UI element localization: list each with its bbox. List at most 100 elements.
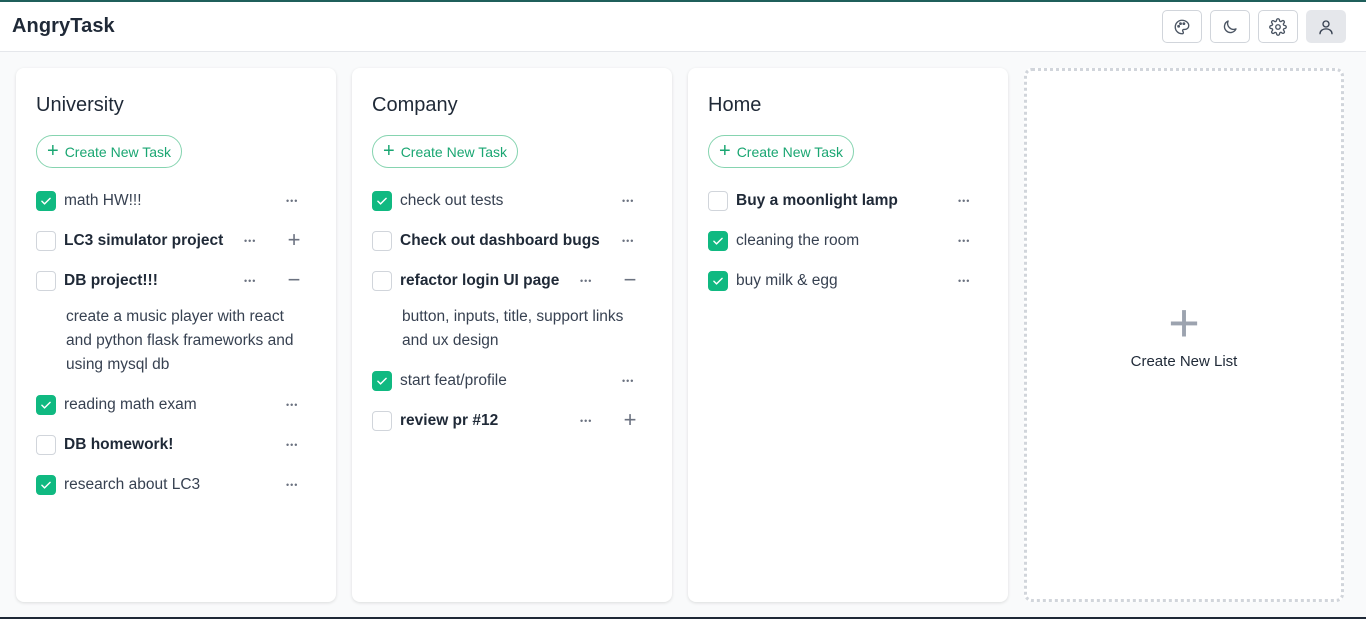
- more-options-icon[interactable]: •••: [622, 376, 634, 386]
- more-options-icon[interactable]: •••: [580, 276, 592, 286]
- task-item: reading math exam •••: [36, 385, 316, 425]
- task-item: research about LC3 •••: [36, 465, 316, 505]
- task-checkbox[interactable]: [36, 191, 56, 211]
- task-items: Buy a moonlight lamp ••• cleaning the room…: [708, 181, 988, 301]
- create-new-list-label: Create New List: [1130, 352, 1238, 370]
- more-options-icon[interactable]: •••: [286, 480, 298, 490]
- list-title[interactable]: Company: [372, 93, 652, 117]
- expand-icon[interactable]: +: [284, 227, 304, 253]
- app-title: AngryTask: [12, 15, 115, 37]
- header-actions: [1162, 10, 1346, 43]
- task-title[interactable]: DB homework!: [64, 436, 173, 454]
- task-item: check out tests •••: [372, 181, 652, 221]
- task-checkbox[interactable]: [36, 231, 56, 251]
- plus-icon: +: [383, 139, 395, 162]
- create-new-task-button[interactable]: + Create New Task: [708, 135, 855, 168]
- create-new-task-label: Create New Task: [736, 143, 844, 160]
- task-title[interactable]: start feat/profile: [400, 372, 507, 390]
- task-list: Company + Create New Task check out tests ••…: [352, 68, 672, 602]
- more-options-icon[interactable]: •••: [958, 276, 970, 286]
- palette-icon: [1174, 19, 1190, 34]
- more-options-icon[interactable]: •••: [958, 196, 970, 206]
- task-checkbox[interactable]: [372, 271, 392, 291]
- task-checkbox[interactable]: [708, 231, 728, 251]
- create-new-task-button[interactable]: + Create New Task: [372, 135, 519, 168]
- task-checkbox[interactable]: [372, 191, 392, 211]
- task-checkbox[interactable]: [36, 271, 56, 291]
- task-title[interactable]: math HW!!!: [64, 192, 142, 210]
- create-new-task-button[interactable]: + Create New Task: [36, 135, 183, 168]
- task-title[interactable]: Check out dashboard bugs: [400, 232, 600, 250]
- more-options-icon[interactable]: •••: [622, 236, 634, 246]
- task-item: DB homework! •••: [36, 425, 316, 465]
- task-title[interactable]: review pr #12: [400, 412, 498, 430]
- more-options-icon[interactable]: •••: [244, 236, 256, 246]
- settings-button[interactable]: [1258, 10, 1298, 43]
- create-new-task-label: Create New Task: [400, 143, 508, 160]
- task-description: button, inputs, title, support links and…: [402, 308, 624, 349]
- task-description: create a music player with react and pyt…: [66, 308, 294, 373]
- create-new-task-label: Create New Task: [64, 143, 172, 160]
- plus-icon: +: [1168, 292, 1200, 353]
- dark-mode-button[interactable]: [1210, 10, 1250, 43]
- task-checkbox[interactable]: [36, 475, 56, 495]
- profile-button[interactable]: [1306, 10, 1346, 43]
- check-icon: [713, 237, 723, 245]
- task-item: refactor login UI page ••• −: [372, 261, 652, 301]
- check-icon: [377, 377, 387, 385]
- task-list: University + Create New Task math HW!!! ••• L…: [16, 68, 336, 602]
- check-icon: [41, 481, 51, 489]
- more-options-icon[interactable]: •••: [958, 236, 970, 246]
- check-icon: [41, 401, 51, 409]
- task-checkbox[interactable]: [372, 411, 392, 431]
- list-title[interactable]: Home: [708, 93, 988, 117]
- task-title[interactable]: DB project!!!: [64, 272, 158, 290]
- more-options-icon[interactable]: •••: [286, 400, 298, 410]
- plus-icon: +: [719, 139, 731, 162]
- create-new-list-button[interactable]: + Create New List: [1024, 68, 1344, 602]
- task-title[interactable]: Buy a moonlight lamp: [736, 192, 898, 210]
- more-options-icon[interactable]: •••: [580, 416, 592, 426]
- user-icon: [1319, 19, 1333, 34]
- plus-icon: +: [47, 139, 59, 162]
- task-title[interactable]: check out tests: [400, 192, 503, 210]
- more-options-icon[interactable]: •••: [286, 196, 298, 206]
- task-item: LC3 simulator project ••• +: [36, 221, 316, 261]
- moon-icon: [1223, 19, 1237, 33]
- task-checkbox[interactable]: [708, 271, 728, 291]
- collapse-icon[interactable]: −: [284, 267, 304, 293]
- more-options-icon[interactable]: •••: [622, 196, 634, 206]
- task-items: check out tests ••• Check out dashboard bu…: [372, 181, 652, 441]
- check-icon: [41, 197, 51, 205]
- lists-container: University + Create New Task math HW!!! ••• L…: [16, 68, 1008, 602]
- task-checkbox[interactable]: [708, 191, 728, 211]
- task-title[interactable]: research about LC3: [64, 476, 200, 494]
- app-header: AngryTask: [0, 2, 1366, 52]
- task-items: math HW!!! ••• LC3 simulator project ••• + DB…: [36, 181, 316, 505]
- collapse-icon[interactable]: −: [620, 267, 640, 293]
- task-title[interactable]: refactor login UI page: [400, 272, 559, 290]
- task-item: start feat/profile •••: [372, 361, 652, 401]
- task-title[interactable]: cleaning the room: [736, 232, 859, 250]
- task-title[interactable]: buy milk & egg: [736, 272, 838, 290]
- task-item: cleaning the room •••: [708, 221, 988, 261]
- task-list: Home + Create New Task Buy a moonlight lamp…: [688, 68, 1008, 602]
- task-checkbox[interactable]: [372, 231, 392, 251]
- task-checkbox[interactable]: [372, 371, 392, 391]
- task-item: Check out dashboard bugs •••: [372, 221, 652, 261]
- task-checkbox[interactable]: [36, 435, 56, 455]
- more-options-icon[interactable]: •••: [286, 440, 298, 450]
- theme-palette-button[interactable]: [1162, 10, 1202, 43]
- task-item: DB project!!! ••• −: [36, 261, 316, 301]
- task-item: buy milk & egg •••: [708, 261, 988, 301]
- more-options-icon[interactable]: •••: [244, 276, 256, 286]
- gear-icon: [1269, 17, 1287, 36]
- task-checkbox[interactable]: [36, 395, 56, 415]
- task-title[interactable]: reading math exam: [64, 396, 197, 414]
- task-item: math HW!!! •••: [36, 181, 316, 221]
- list-title[interactable]: University: [36, 93, 316, 117]
- expand-icon[interactable]: +: [620, 407, 640, 433]
- board: University + Create New Task math HW!!! ••• L…: [16, 68, 1344, 602]
- check-icon: [713, 277, 723, 285]
- task-title[interactable]: LC3 simulator project: [64, 232, 223, 250]
